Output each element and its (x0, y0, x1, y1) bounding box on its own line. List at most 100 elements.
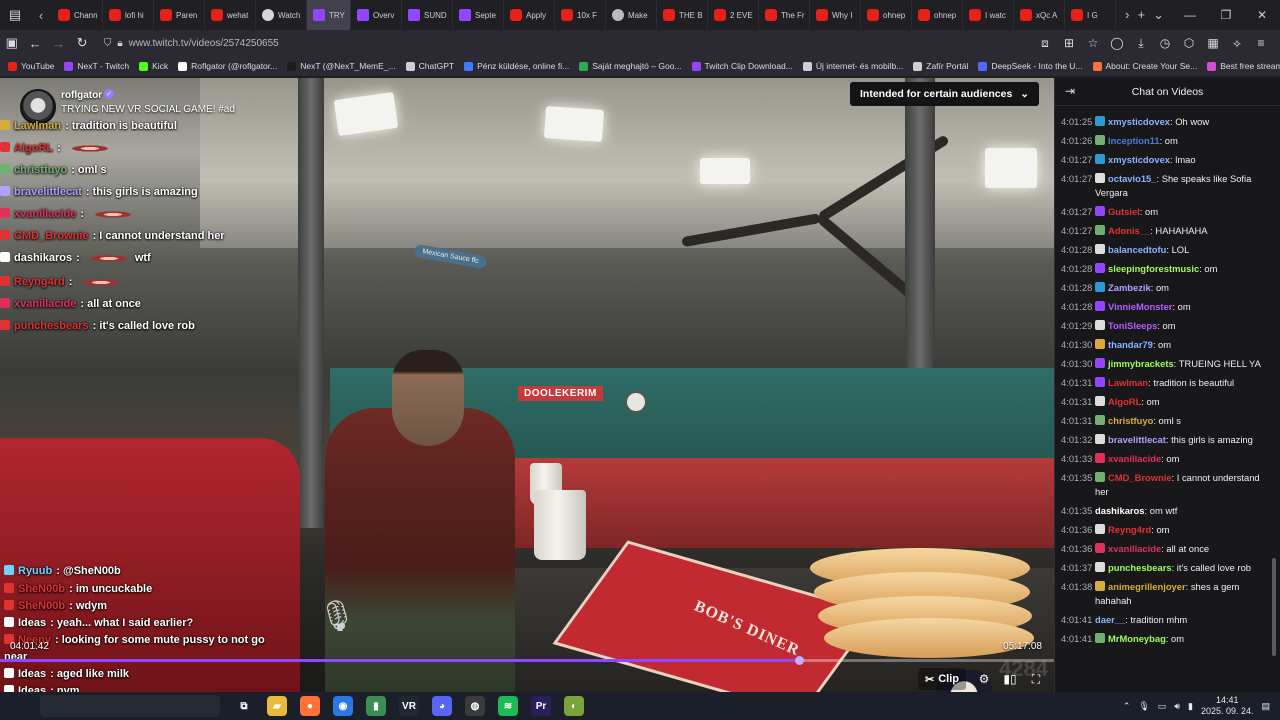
bookmark-item[interactable]: Zafír Portál (913, 61, 968, 71)
tab[interactable]: Chann (52, 0, 103, 30)
tab[interactable]: Overv (351, 0, 402, 30)
chat-message[interactable]: 4:01:28 Zambezik: om (1055, 278, 1269, 297)
chat-username[interactable]: thandar79 (1108, 339, 1153, 350)
chat-username[interactable]: Lawlman (1108, 377, 1148, 388)
url-text[interactable]: www.twitch.tv/videos/2574250655 (129, 38, 279, 49)
chat-username[interactable]: jimmybrackets (1108, 358, 1174, 369)
chat-username[interactable]: xvanillacide (1108, 453, 1161, 464)
chat-username[interactable]: Reyng4rd (1108, 524, 1151, 535)
bookmark-star-icon[interactable]: ☆ (1084, 34, 1102, 52)
chat-message[interactable]: 4:01:36 xvanillacide: all at once (1055, 539, 1269, 558)
chat-message[interactable]: 4:01:29 ToniSleeps: om (1055, 316, 1269, 335)
chat-message[interactable]: 4:01:27 octavio15_: She speaks like Sofia… (1055, 169, 1269, 202)
bookmark-item[interactable]: Roflgator (@roflgator... (178, 61, 277, 71)
bookmark-item[interactable]: Kick (139, 61, 168, 71)
discord-icon[interactable]: ◕ (432, 696, 452, 716)
bookmark-item[interactable]: Saját meghajtó – Goo... (579, 61, 682, 71)
extension-logo-icon[interactable]: ⟡ (1228, 34, 1246, 52)
tab[interactable]: wehat (205, 0, 256, 30)
tab-overview-icon[interactable]: ⌄ (1153, 7, 1164, 23)
shield-icon[interactable]: ⛉ (104, 38, 112, 49)
tab[interactable]: lofi hi (103, 0, 154, 30)
chat-username[interactable]: punchesbears (1108, 562, 1172, 573)
lock-icon[interactable]: 🔒︎ (117, 38, 122, 49)
tab[interactable]: xQc A (1014, 0, 1065, 30)
chat-username[interactable]: xmysticdovex (1108, 116, 1170, 127)
tab[interactable]: 2 EVE (708, 0, 759, 30)
chat-message[interactable]: 4:01:35 dashikaros: om wtf (1055, 501, 1269, 520)
forward-icon[interactable]: → (47, 30, 70, 56)
reload-icon[interactable]: ↻ (70, 30, 93, 56)
chat-username[interactable]: balancedtofu (1108, 244, 1166, 255)
volume-icon[interactable]: 🔊︎ (1174, 701, 1180, 712)
chat-message[interactable]: 4:01:27 Adonis__: HAHAHAHA (1055, 221, 1269, 240)
chat-message[interactable]: 4:01:41 daer__: tradition mhm (1055, 610, 1269, 629)
chat-message[interactable]: 4:01:27 xmysticdovex: lmao (1055, 150, 1269, 169)
notifications-icon[interactable]: ▤ (1261, 701, 1270, 712)
downloads-icon[interactable]: ⤓ (1132, 34, 1150, 52)
tab-list-icon[interactable]: ▤ (0, 0, 30, 30)
chat-username[interactable]: Gutsiel (1108, 206, 1140, 217)
tab-active[interactable]: TRY✕ (307, 0, 351, 30)
restore-icon[interactable]: ❐ (1208, 8, 1244, 22)
chat-username[interactable]: MrMoneybag (1108, 633, 1166, 644)
chat-message[interactable]: 4:01:37 punchesbears: it's called love ro… (1055, 558, 1269, 577)
history-icon[interactable]: ◷ (1156, 34, 1174, 52)
tab[interactable]: Make (606, 0, 657, 30)
chat-username[interactable]: sleepingforestmusic (1108, 263, 1199, 274)
chat-username[interactable]: Adonis__ (1108, 225, 1150, 236)
video-player[interactable]: BOB'S DINER Mexican Sauce ffc DOOLEKERIM… (0, 78, 1054, 692)
chat-message[interactable]: 4:01:28 balancedtofu: LOL (1055, 240, 1269, 259)
network-icon[interactable]: ▭ (1158, 701, 1167, 712)
bookmark-item[interactable]: NexT - Twitch (64, 61, 129, 71)
chat-message[interactable]: 4:01:30 thandar79: om (1055, 335, 1269, 354)
premiere-icon[interactable]: Pr (531, 696, 551, 716)
app-notes-icon[interactable]: ▮ (366, 696, 386, 716)
chat-message[interactable]: 4:01:41 MrMoneybag: om (1055, 629, 1269, 648)
chat-message[interactable]: 4:01:27 Gutsiel: om (1055, 202, 1269, 221)
tab[interactable]: 10x F (555, 0, 606, 30)
tab-scroll-left-icon[interactable]: ‹ (30, 0, 52, 30)
clip-button[interactable]: ✂︎ Clip (918, 668, 966, 690)
url-bar[interactable]: ⛉ 🔒︎ www.twitch.tv/videos/2574250655 (98, 32, 1036, 54)
tab[interactable]: ohnep (861, 0, 912, 30)
back-icon[interactable]: ← (23, 30, 46, 56)
chat-username[interactable]: bravelittlecat (1108, 434, 1166, 445)
audience-warning-badge[interactable]: Intended for certain audiences ⌄ (850, 82, 1040, 106)
chat-username[interactable]: ToniSleeps (1108, 320, 1157, 331)
tab-scroll-right-icon[interactable]: › (1125, 7, 1129, 23)
new-tab-icon[interactable]: + (1138, 7, 1146, 23)
minimize-icon[interactable]: — (1172, 8, 1208, 22)
seek-handle[interactable] (794, 656, 804, 665)
microphone-tray-icon[interactable]: 🎙︎ (1138, 701, 1149, 712)
bookmark-item[interactable]: About: Create Your Se... (1092, 61, 1197, 71)
chat-username[interactable]: xvanillacide (1108, 543, 1161, 554)
chat-username[interactable]: CMD_Brownie (1108, 472, 1172, 483)
tray-chevron-icon[interactable]: ⌃ (1123, 701, 1131, 712)
menu-icon[interactable]: ≡ (1252, 34, 1270, 52)
tab[interactable]: Paren (154, 0, 205, 30)
battery-icon[interactable]: ▮ (1188, 701, 1193, 712)
chat-message[interactable]: 4:01:33 xvanillacide: om (1055, 449, 1269, 468)
obs-icon[interactable]: ◍ (465, 696, 485, 716)
tab[interactable]: THE B (657, 0, 708, 30)
tab[interactable]: I G (1065, 0, 1116, 30)
chat-message[interactable]: 4:01:31 Lawlman: tradition is beautiful (1055, 373, 1269, 392)
bookmark-item[interactable]: Pénz küldése, online fi... (464, 61, 569, 71)
extensions-icon[interactable]: ⬡ (1180, 34, 1198, 52)
chat-message[interactable]: 4:01:35 CMD_Brownie: I cannot understand … (1055, 468, 1269, 501)
settings-gear-icon[interactable]: ⚙ (976, 671, 992, 687)
taskbar-search[interactable] (40, 695, 220, 717)
chat-username[interactable]: dashikaros (1095, 505, 1145, 516)
chat-username[interactable]: Inception11 (1108, 135, 1160, 146)
firefox-icon[interactable]: ● (300, 696, 320, 716)
streamer-name[interactable]: roflgator (61, 90, 102, 101)
spotify-icon[interactable]: ≋ (498, 696, 518, 716)
bookmark-item[interactable]: DeepSeek - Into the U... (978, 61, 1083, 71)
sidebar-toggle-icon[interactable]: ▣ (0, 30, 23, 56)
file-explorer-icon[interactable]: ▰ (267, 696, 287, 716)
tab[interactable]: SUND (402, 0, 453, 30)
tab[interactable]: Septe (453, 0, 504, 30)
chat-username[interactable]: Zambezik (1108, 282, 1151, 293)
chat-message[interactable]: 4:01:30 jimmybrackets: TRUEING HELL YA (1055, 354, 1269, 373)
